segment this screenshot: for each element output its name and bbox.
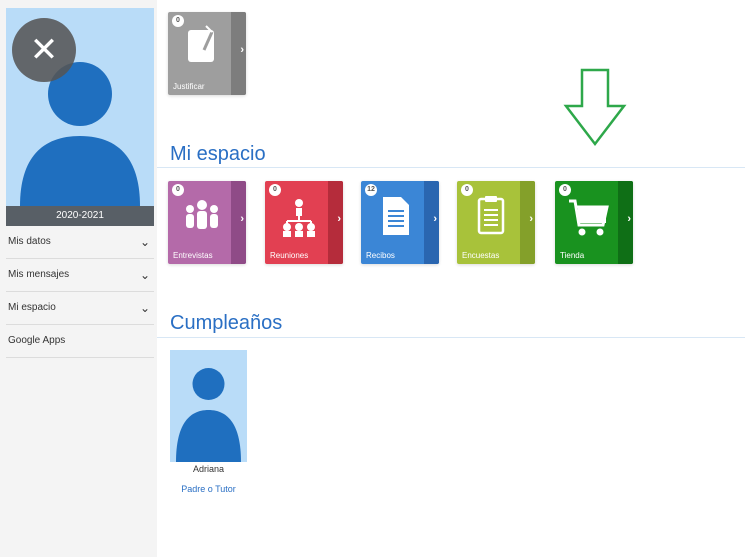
meeting-icon — [283, 199, 315, 237]
tile-label: Encuestas — [462, 251, 500, 260]
user-avatar-icon — [176, 368, 241, 462]
sidebar-item-label: Mi espacio — [8, 302, 56, 313]
tile-recibos[interactable]: › 12 Recibos — [361, 181, 439, 264]
chevron-down-icon: ⌄ — [139, 301, 150, 315]
document-pen-icon — [188, 25, 214, 62]
section-divider — [157, 337, 745, 338]
close-icon: ✕ — [29, 31, 59, 69]
sidebar-item-mi-espacio[interactable]: Mi espacio ⌄ — [6, 292, 154, 325]
sidebar-item-label: Google Apps — [8, 335, 66, 346]
sidebar-item-google-apps[interactable]: Google Apps — [6, 325, 154, 358]
birthday-avatar[interactable] — [170, 350, 247, 462]
cart-icon — [569, 199, 609, 236]
section-divider — [157, 167, 745, 168]
receipt-icon — [383, 197, 409, 235]
tile-label: Justificar — [173, 82, 205, 91]
sidebar-item-label: Mis mensajes — [8, 269, 70, 280]
birthday-name: Adriana — [192, 464, 225, 474]
school-year: 2020-2021 — [6, 206, 154, 226]
tile-tienda[interactable]: › 0 Tienda — [555, 181, 633, 264]
chevron-right-icon: › — [240, 44, 244, 56]
chevron-right-icon: › — [627, 213, 631, 225]
sidebar: 2020-2021 ✕ Mis datos ⌄ Mis mensajes ⌄ M… — [0, 0, 157, 557]
tile-entrevistas[interactable]: › 0 Entrevistas — [168, 181, 246, 264]
tile-justificar[interactable]: › 0 Justificar — [168, 12, 246, 95]
people-icon — [186, 200, 218, 229]
section-title-mi-espacio: Mi espacio — [170, 143, 266, 165]
sidebar-item-mis-mensajes[interactable]: Mis mensajes ⌄ — [6, 259, 154, 292]
chevron-down-icon: ⌄ — [139, 268, 150, 282]
close-button[interactable]: ✕ — [12, 18, 76, 82]
sidebar-item-label: Mis datos — [8, 236, 51, 247]
tile-label: Tienda — [560, 251, 585, 260]
tile-label: Entrevistas — [173, 251, 213, 260]
tile-label: Reuniones — [270, 251, 309, 260]
chevron-right-icon: › — [529, 213, 533, 225]
section-title-cumpleanos: Cumpleaños — [170, 312, 283, 334]
chevron-down-icon: ⌄ — [139, 235, 150, 249]
tile-reuniones[interactable]: › 0 Reuniones — [265, 181, 343, 264]
clipboard-icon — [477, 196, 505, 235]
chevron-right-icon: › — [337, 213, 341, 225]
down-arrow-icon — [563, 68, 627, 147]
chevron-right-icon: › — [433, 213, 437, 225]
sidebar-menu: Mis datos ⌄ Mis mensajes ⌄ Mi espacio ⌄ … — [6, 226, 154, 358]
tile-label: Recibos — [366, 251, 395, 260]
sidebar-item-mis-datos[interactable]: Mis datos ⌄ — [6, 226, 154, 259]
birthday-role-link[interactable]: Padre o Tutor — [170, 484, 247, 494]
tile-encuestas[interactable]: › 0 Encuestas — [457, 181, 535, 264]
chevron-right-icon: › — [240, 213, 244, 225]
